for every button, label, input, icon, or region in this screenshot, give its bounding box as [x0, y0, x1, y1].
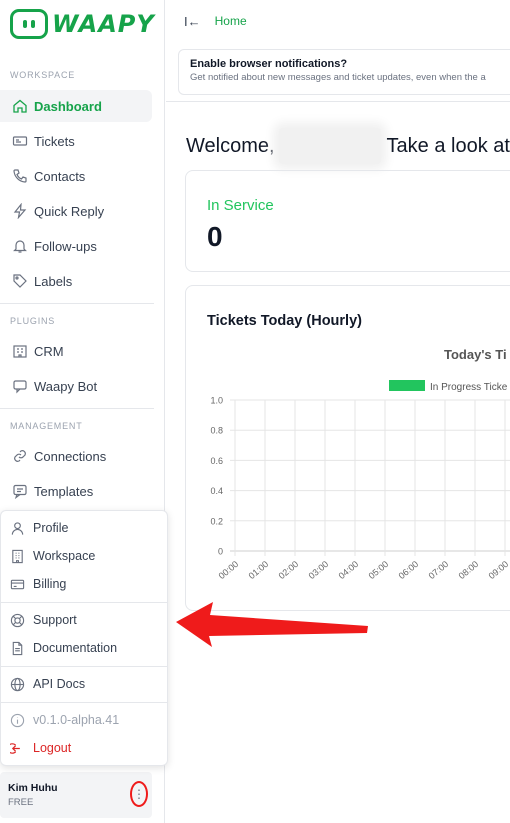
x-tick-label: 01:00 — [247, 559, 271, 581]
y-tick-label: 0.2 — [210, 516, 223, 526]
x-tick-label: 03:00 — [307, 559, 331, 581]
app-root: WAAPY WORKSPACE Dashboard Tickets Contac… — [0, 0, 510, 823]
y-tick-label: 0.6 — [210, 456, 223, 466]
x-tick-label: 06:00 — [397, 559, 421, 581]
y-tick-label: 0.4 — [210, 486, 223, 496]
y-tick-label: 0.8 — [210, 426, 223, 436]
x-tick-label: 04:00 — [337, 559, 361, 581]
x-tick-label: 07:00 — [427, 559, 451, 581]
x-tick-label: 09:00 — [487, 559, 510, 581]
chart-title: Today's Ti — [444, 347, 507, 362]
y-tick-label: 0 — [218, 547, 223, 557]
x-tick-label: 05:00 — [367, 559, 391, 581]
y-tick-label: 1.0 — [210, 396, 223, 406]
tickets-chart: Today's Ti In Progress Ticke 1.0 0.8 0.6 0.4 0… — [210, 347, 510, 581]
x-tick-label: 00:00 — [217, 559, 241, 581]
legend-swatch — [389, 380, 425, 391]
x-tick-label: 02:00 — [277, 559, 301, 581]
legend-label: In Progress Ticke — [430, 382, 508, 393]
x-tick-label: 08:00 — [457, 559, 481, 581]
